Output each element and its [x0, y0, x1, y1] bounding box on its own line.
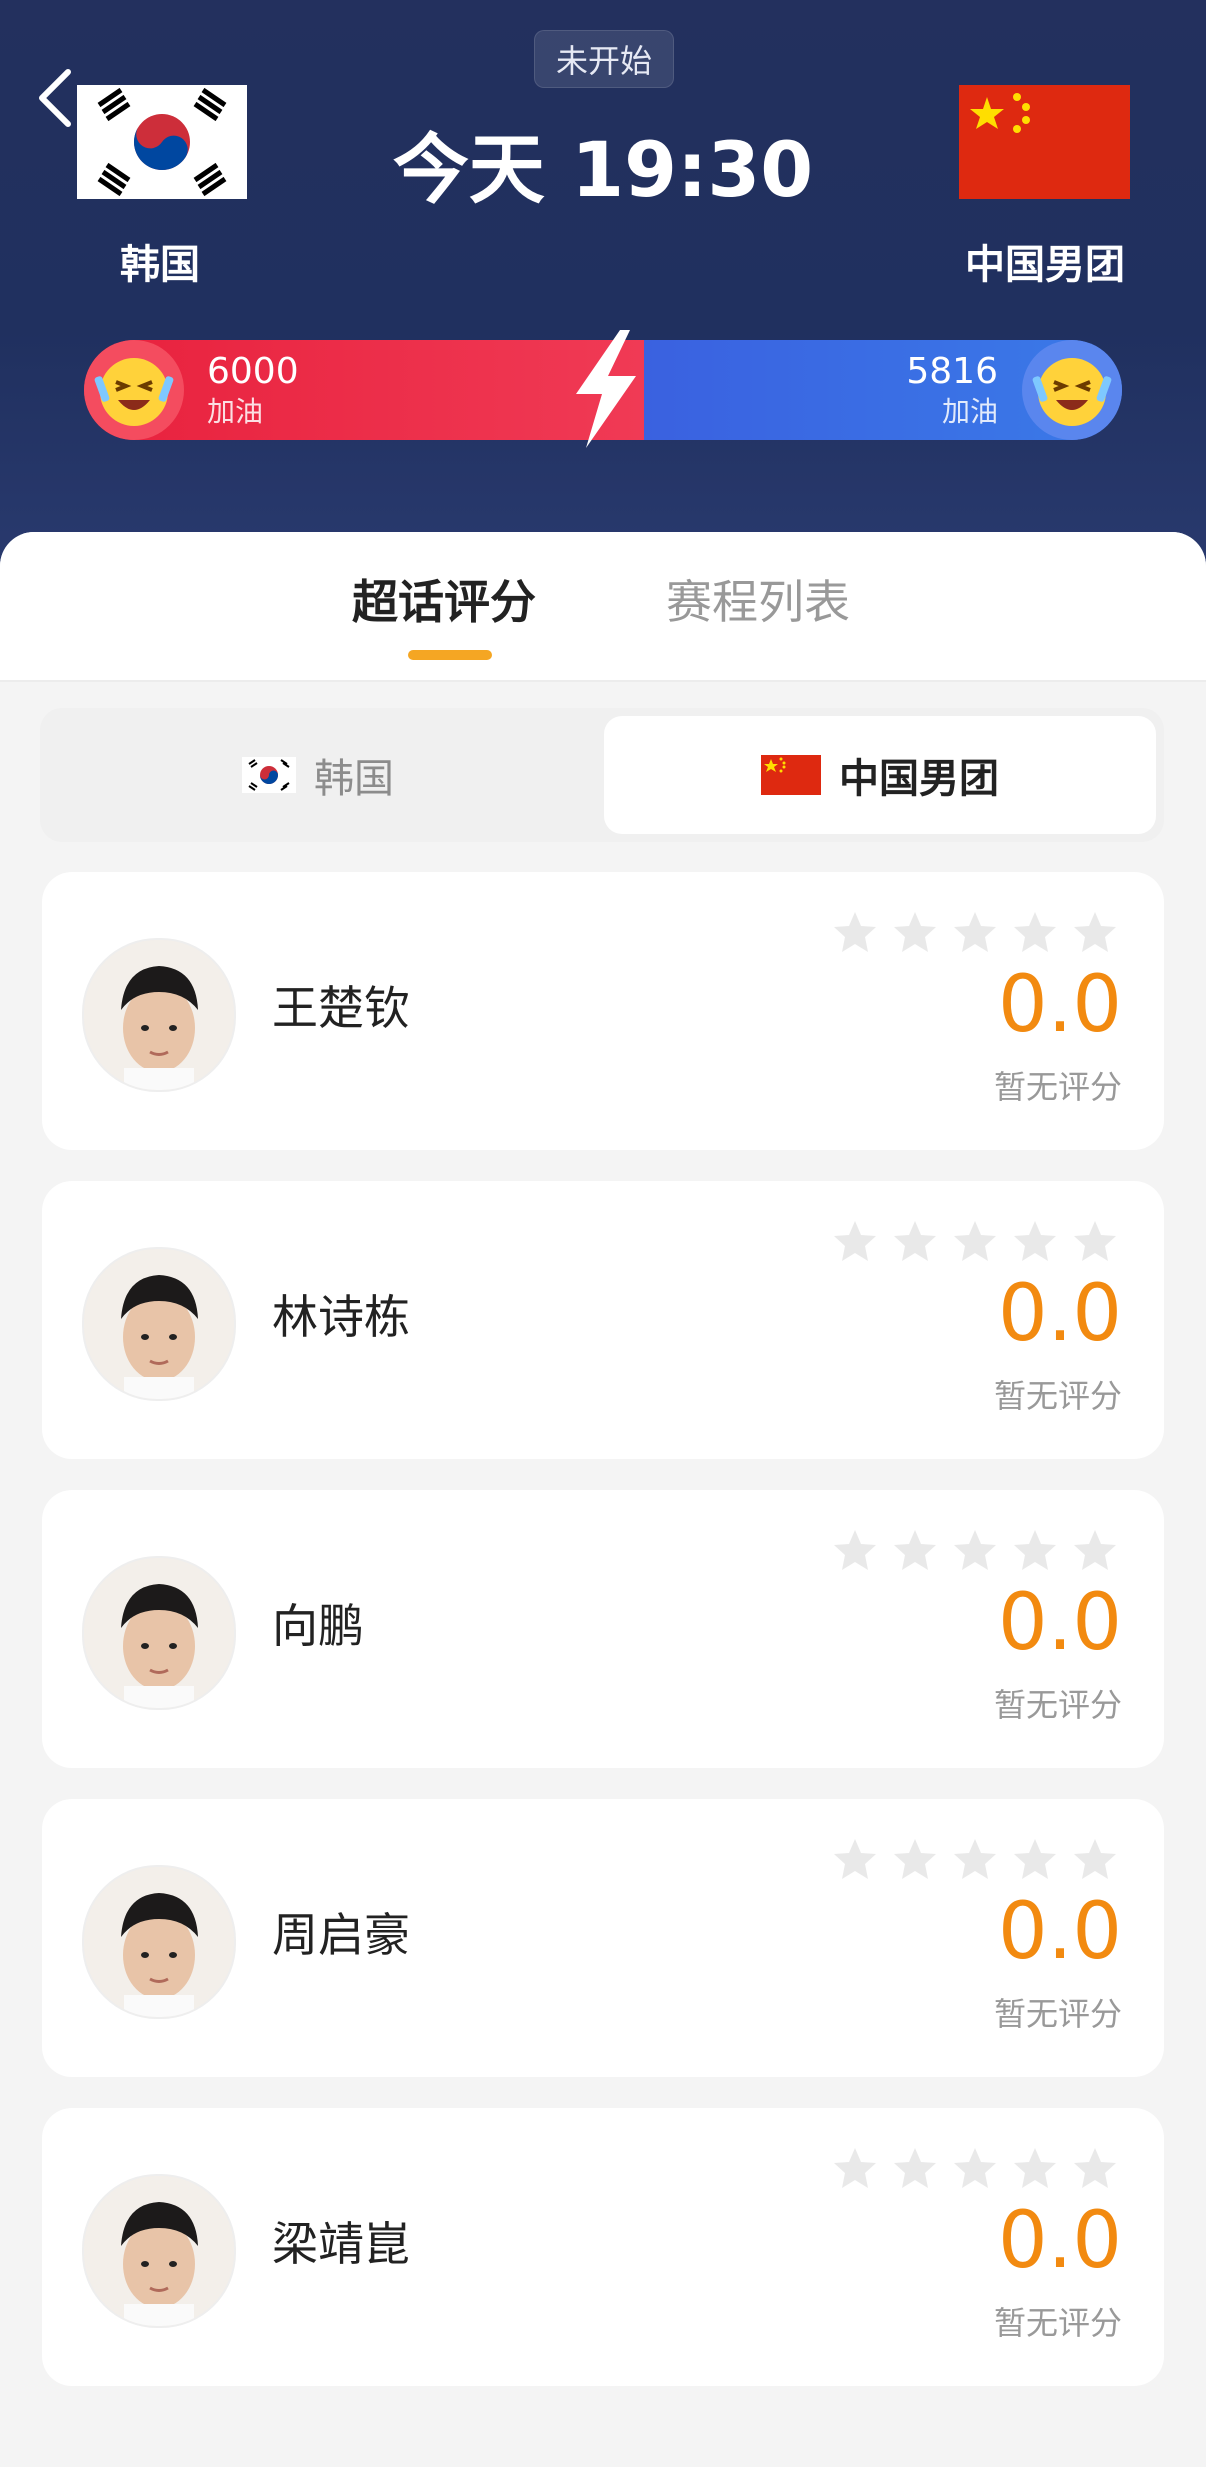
segment-korea-label: 韩国: [314, 756, 394, 802]
away-cheer-button[interactable]: [1022, 340, 1122, 440]
china-flag-icon: [761, 755, 821, 795]
home-cheer-info: 6000 加油: [207, 350, 299, 430]
match-time: 今天 19:30: [392, 125, 814, 214]
player-card[interactable]: 林诗栋 0.0 暂无评分: [42, 1181, 1164, 1459]
star-icon[interactable]: [892, 1837, 938, 1885]
china-flag-icon: [959, 85, 1130, 199]
tab-schedule[interactable]: 赛程列表: [666, 572, 850, 632]
away-cheer-label: 加油: [941, 395, 998, 428]
away-team-name: 中国男团: [965, 242, 1125, 288]
player-card[interactable]: 周启豪 0.0 暂无评分: [42, 1799, 1164, 2077]
home-cheer-count: 6000: [207, 351, 299, 392]
player-name: 林诗栋: [272, 1290, 410, 1344]
star-icon[interactable]: [892, 910, 938, 958]
star-icon[interactable]: [952, 1219, 998, 1267]
star-icon[interactable]: [1072, 1837, 1118, 1885]
chevron-left-icon: [39, 69, 71, 127]
player-avatar: [82, 1556, 236, 1710]
rating-stars[interactable]: [832, 1837, 1118, 1885]
star-icon[interactable]: [952, 2146, 998, 2194]
star-icon[interactable]: [1012, 1219, 1058, 1267]
player-name: 周启豪: [272, 1908, 410, 1962]
star-icon[interactable]: [832, 1837, 878, 1885]
player-name: 梁靖崑: [272, 2217, 410, 2271]
star-icon[interactable]: [832, 1528, 878, 1576]
player-card[interactable]: 梁靖崑 0.0 暂无评分: [42, 2108, 1164, 2386]
player-score: 0.0: [997, 2196, 1122, 2286]
player-avatar: [82, 1247, 236, 1401]
rating-stars[interactable]: [832, 1219, 1118, 1267]
cheer-emoji-icon: [1032, 358, 1112, 426]
rating-note: 暂无评分: [993, 2304, 1122, 2342]
star-icon[interactable]: [952, 1528, 998, 1576]
star-icon[interactable]: [1012, 2146, 1058, 2194]
player-card[interactable]: 向鹏 0.0 暂无评分: [42, 1490, 1164, 1768]
rating-note: 暂无评分: [993, 1068, 1122, 1106]
player-card[interactable]: 王楚钦 0.0 暂无评分: [42, 872, 1164, 1150]
rating-note: 暂无评分: [993, 1377, 1122, 1415]
korea-flag-icon: [242, 757, 296, 793]
korea-flag-icon: [77, 85, 247, 199]
content-panel: 超话评分 赛程列表 韩国 中国男团 王楚钦 0.0 暂无评分 林诗栋 0.0 暂…: [0, 532, 1206, 2467]
player-avatar: [82, 2174, 236, 2328]
star-icon[interactable]: [1012, 1837, 1058, 1885]
away-cheer-count: 5816: [906, 351, 998, 392]
tab-rating[interactable]: 超话评分: [352, 572, 536, 632]
home-cheer-button[interactable]: [84, 340, 184, 440]
active-tab-indicator: [408, 650, 492, 660]
team-segment-control: 韩国 中国男团: [40, 708, 1164, 842]
star-icon[interactable]: [892, 1528, 938, 1576]
player-avatar: [82, 1865, 236, 2019]
player-name: 王楚钦: [272, 981, 410, 1035]
player-score: 0.0: [997, 1578, 1122, 1668]
home-team-name: 韩国: [120, 242, 200, 288]
player-avatar: [82, 938, 236, 1092]
star-icon[interactable]: [1072, 1528, 1118, 1576]
star-icon[interactable]: [1012, 910, 1058, 958]
rating-stars[interactable]: [832, 1528, 1118, 1576]
rating-stars[interactable]: [832, 910, 1118, 958]
segment-china-label: 中国男团: [839, 756, 999, 802]
segment-china[interactable]: 中国男团: [604, 716, 1156, 834]
star-icon[interactable]: [1072, 1219, 1118, 1267]
away-cheer-info: 5816 加油: [906, 350, 998, 430]
star-icon[interactable]: [1072, 910, 1118, 958]
match-status-badge: 未开始: [534, 30, 674, 88]
player-score: 0.0: [997, 1269, 1122, 1359]
rating-stars[interactable]: [832, 2146, 1118, 2194]
player-score: 0.0: [997, 960, 1122, 1050]
star-icon[interactable]: [892, 2146, 938, 2194]
rating-note: 暂无评分: [993, 1995, 1122, 2033]
player-score: 0.0: [997, 1887, 1122, 1977]
star-icon[interactable]: [832, 1219, 878, 1267]
segment-korea[interactable]: 韩国: [48, 716, 588, 834]
star-icon[interactable]: [952, 1837, 998, 1885]
star-icon[interactable]: [892, 1219, 938, 1267]
lightning-icon: [576, 330, 636, 448]
tab-bar: 超话评分 赛程列表: [0, 532, 1206, 682]
rating-note: 暂无评分: [993, 1686, 1122, 1724]
back-button[interactable]: [24, 58, 84, 138]
player-name: 向鹏: [272, 1599, 364, 1653]
cheer-emoji-icon: [94, 358, 174, 426]
home-cheer-label: 加油: [207, 395, 264, 428]
star-icon[interactable]: [832, 2146, 878, 2194]
star-icon[interactable]: [832, 910, 878, 958]
star-icon[interactable]: [1072, 2146, 1118, 2194]
star-icon[interactable]: [1012, 1528, 1058, 1576]
star-icon[interactable]: [952, 910, 998, 958]
